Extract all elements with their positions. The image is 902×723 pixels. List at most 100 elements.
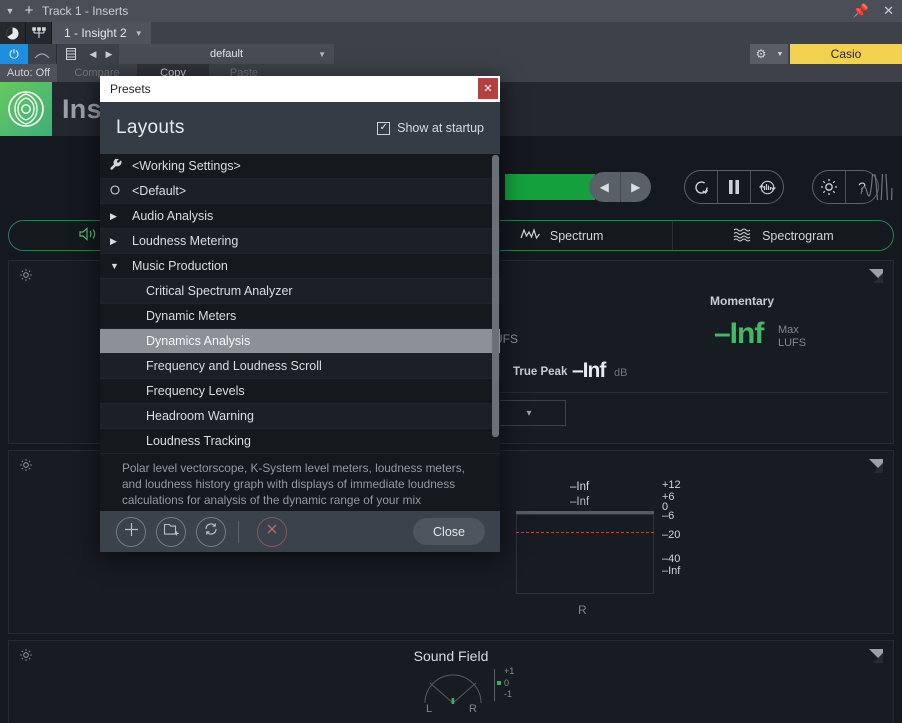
list-item-label: Audio Analysis — [132, 209, 214, 223]
reset-loop-icon[interactable] — [685, 171, 717, 203]
sound-field-right-label: R — [469, 703, 477, 715]
gear-icon[interactable] — [813, 171, 845, 203]
list-item-label: Loudness Tracking — [146, 434, 251, 448]
plus-icon[interactable]: + — [20, 1, 38, 21]
prev-preset-button[interactable]: ◀ — [85, 44, 101, 64]
dynamics-channel-label: R — [578, 603, 587, 617]
tab-spectrogram[interactable]: Spectrogram — [673, 221, 893, 250]
preset-list-icon[interactable] — [57, 44, 85, 64]
caret-down-icon[interactable]: ▼ — [772, 44, 788, 64]
caret-down-icon[interactable]: ▼ — [135, 29, 143, 38]
presets-dialog: Presets ✕ Layouts ✓ Show at startup <Wor… — [100, 76, 500, 552]
refresh-icon — [203, 521, 219, 542]
list-item[interactable]: Loudness Tracking — [100, 429, 500, 454]
expand-icon[interactable] — [869, 649, 883, 663]
caret-down-icon[interactable]: ▼ — [0, 0, 20, 22]
list-item-label: <Default> — [132, 184, 187, 198]
check-icon[interactable]: ✓ — [377, 121, 391, 135]
list-item[interactable]: Frequency and Loudness Scroll — [100, 354, 500, 379]
dynamics-target-line — [516, 532, 654, 533]
show-at-startup-label: Show at startup — [397, 121, 484, 135]
dynamics-scale-tick: –Inf — [662, 565, 681, 577]
list-item[interactable]: Frequency Levels — [100, 379, 500, 404]
list-item[interactable]: <Working Settings> — [100, 154, 500, 179]
list-item-label: Loudness Metering — [132, 234, 239, 248]
waveform-icon[interactable] — [860, 161, 894, 220]
dynamics-scale-tick: –40 — [662, 553, 681, 565]
list-item[interactable]: ▶ Audio Analysis — [100, 204, 500, 229]
gear-icon[interactable] — [19, 648, 33, 665]
dynamics-meter-box — [516, 514, 654, 594]
show-at-startup-toggle[interactable]: ✓ Show at startup — [377, 121, 484, 135]
list-item-label: Critical Spectrum Analyzer — [146, 284, 293, 298]
refresh-button[interactable] — [196, 516, 226, 547]
triangle-down-icon[interactable]: ▼ — [110, 261, 132, 271]
preset-list[interactable]: <Working Settings> <Default> ▶ Audio Ana… — [100, 154, 500, 454]
host-titlebar: ▼ + Track 1 - Inserts 📌 ✕ — [0, 0, 902, 22]
close-icon[interactable]: ✕ — [883, 0, 894, 22]
list-item-label: Dynamics Analysis — [146, 334, 251, 348]
preset-list-scrollbar[interactable] — [492, 155, 499, 453]
wrench-icon — [110, 157, 132, 174]
knob-icon[interactable] — [0, 22, 26, 44]
next-preset-button[interactable]: ▶ — [101, 44, 117, 64]
list-item-selected[interactable]: Dynamics Analysis — [100, 329, 500, 354]
list-item-label: Frequency and Loudness Scroll — [146, 359, 322, 373]
speaker-loudness-icon — [78, 227, 98, 244]
dynamics-scale-tick: –20 — [662, 529, 681, 541]
routing-icon[interactable] — [26, 22, 52, 44]
plugin-slot-name[interactable]: 1 - Insight 2 ▼ — [52, 22, 151, 44]
transport-controls: ◀ ▶ — [589, 172, 651, 202]
list-item-label: Headroom Warning — [146, 409, 254, 423]
plugin-toolbar-left — [684, 170, 784, 204]
power-button[interactable]: ⏻ — [0, 44, 28, 64]
header-level-meter — [505, 174, 595, 200]
next-arrow-icon[interactable]: ▶ — [621, 172, 652, 202]
plus-icon — [123, 521, 140, 543]
dynamics-scale-tick: +12 — [662, 479, 681, 491]
preset-name-label: default — [209, 48, 244, 60]
prev-arrow-icon[interactable]: ◀ — [589, 172, 620, 202]
expand-icon[interactable] — [869, 459, 883, 473]
list-item[interactable]: <Default> — [100, 179, 500, 204]
list-item[interactable]: ▼ Music Production — [100, 254, 500, 279]
delete-preset-button[interactable] — [257, 516, 287, 547]
momentary-max-label: Max — [778, 324, 799, 336]
correlation-indicator — [497, 681, 501, 685]
pause-icon[interactable] — [718, 171, 750, 203]
add-preset-button[interactable] — [116, 516, 146, 547]
new-folder-button[interactable] — [156, 516, 186, 547]
bypass-icon[interactable] — [28, 44, 56, 64]
list-item[interactable]: Critical Spectrum Analyzer — [100, 279, 500, 304]
loudness-preset-select[interactable]: ▾ — [492, 400, 566, 426]
triangle-right-icon[interactable]: ▶ — [110, 211, 132, 222]
list-item[interactable]: Headroom Warning — [100, 404, 500, 429]
close-button[interactable]: Close — [413, 518, 485, 545]
dialog-footer: Close — [100, 511, 500, 552]
dynamics-peak-top: –Inf — [570, 481, 590, 493]
sound-field-title: Sound Field — [413, 648, 489, 664]
caret-down-icon[interactable]: ▼ — [318, 50, 326, 59]
meter-tap-icon[interactable] — [751, 171, 783, 203]
close-icon[interactable]: ✕ — [478, 78, 498, 99]
gear-icon[interactable]: ⚙ — [750, 44, 772, 64]
momentary-lufs-label: LUFS — [778, 337, 807, 349]
expand-icon[interactable] — [869, 269, 883, 283]
automation-mode-button[interactable]: Auto: Off — [0, 64, 57, 82]
circle-icon — [110, 184, 132, 198]
gear-icon[interactable] — [19, 458, 33, 475]
device-label[interactable]: Casio — [790, 44, 902, 64]
list-item-label: Music Production — [132, 259, 228, 273]
triangle-right-icon[interactable]: ▶ — [110, 236, 132, 247]
dynamics-scale-tick: –6 — [662, 510, 675, 522]
preset-selector[interactable]: default ▼ — [119, 44, 334, 64]
gear-icon[interactable] — [19, 268, 33, 285]
spectrogram-icon — [732, 227, 754, 245]
scrollbar-thumb[interactable] — [492, 155, 499, 437]
momentary-units: Max LUFS — [778, 324, 806, 350]
loudness-divider — [500, 392, 888, 393]
pin-icon[interactable]: 📌 — [853, 0, 869, 22]
preset-description: Polar level vectorscope, K-System level … — [100, 454, 500, 511]
list-item[interactable]: Dynamic Meters — [100, 304, 500, 329]
list-item[interactable]: ▶ Loudness Metering — [100, 229, 500, 254]
